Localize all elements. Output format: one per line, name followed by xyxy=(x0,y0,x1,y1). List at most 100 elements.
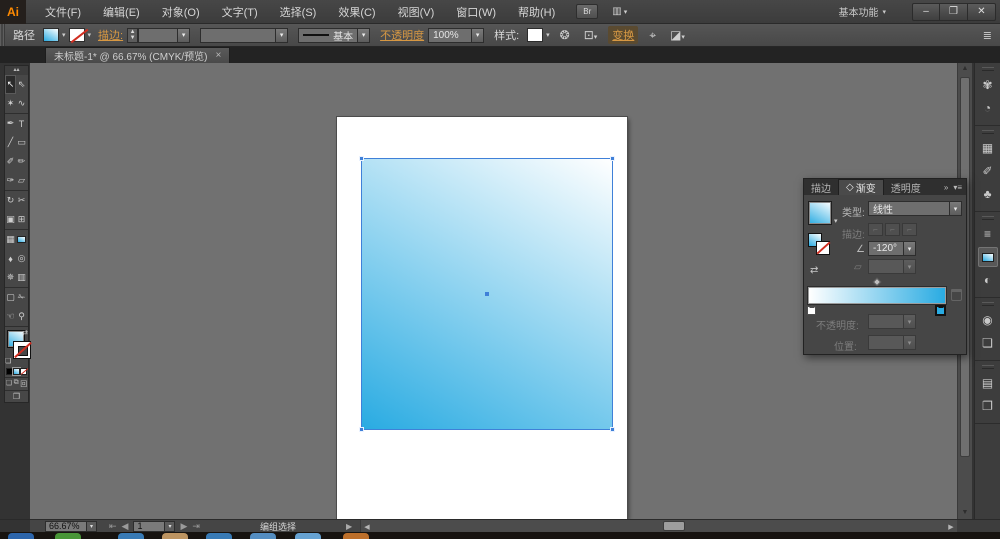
stroke-across-button[interactable]: ⌐ xyxy=(902,223,917,236)
artboards-panel-icon[interactable]: ❐ xyxy=(978,396,998,416)
pencil-tool[interactable]: ✏ xyxy=(16,152,27,171)
zoom-level-dropdown[interactable]: 66.67%▾ xyxy=(45,521,97,532)
symbol-sprayer-tool[interactable]: ✵ xyxy=(5,268,16,287)
lasso-tool[interactable]: ∿ xyxy=(16,94,27,113)
brushes-panel-icon[interactable]: ✐ xyxy=(978,161,998,181)
color-guide-panel-icon[interactable]: ◔ xyxy=(978,98,998,118)
selected-gradient-rectangle[interactable] xyxy=(362,159,612,429)
stroke-swatch[interactable] xyxy=(69,28,85,42)
arrange-documents-button[interactable]: ▥▾ xyxy=(612,6,627,17)
swap-fill-stroke-icon[interactable]: ⇄ xyxy=(22,329,28,337)
tab-transparency[interactable]: 透明度 xyxy=(884,179,928,195)
blend-tool[interactable]: ◎ xyxy=(16,249,27,268)
stroke-weight-dropdown[interactable]: ▾ xyxy=(138,28,190,43)
reverse-gradient-icon[interactable]: ⇄ xyxy=(810,265,818,276)
first-artboard-icon[interactable]: ⇤ xyxy=(109,521,117,532)
close-button[interactable]: ✕ xyxy=(968,3,996,21)
gradient-panel-icon[interactable] xyxy=(978,247,998,267)
gradient-tool[interactable] xyxy=(16,230,27,249)
stroke-along-button[interactable]: ⌐ xyxy=(885,223,900,236)
control-panel-menu-icon[interactable]: ≣ xyxy=(983,29,992,42)
panel-menu-icon[interactable]: ▾≡ xyxy=(953,183,962,192)
object-center-point[interactable] xyxy=(485,292,489,296)
last-artboard-icon[interactable]: ⇥ xyxy=(192,521,200,532)
gradient-slider-bar[interactable] xyxy=(808,287,946,304)
variable-width-profile-dropdown[interactable]: ▾ xyxy=(200,28,288,43)
taskbar-app-icon[interactable] xyxy=(206,533,232,539)
scroll-left-icon[interactable]: ◀ xyxy=(361,523,373,531)
swatches-panel-icon[interactable]: ▦ xyxy=(978,138,998,158)
menu-effect[interactable]: 效果(C) xyxy=(327,0,386,23)
delete-stop-icon[interactable] xyxy=(951,289,962,301)
select-similar-icon[interactable]: ◪▾ xyxy=(670,28,685,42)
blob-brush-tool[interactable]: ✑ xyxy=(5,171,16,190)
pen-tool[interactable]: ✒ xyxy=(5,114,16,133)
layers-panel-icon[interactable]: ▤ xyxy=(978,373,998,393)
taskbar-app-icon[interactable] xyxy=(55,533,81,539)
perspective-grid-tool[interactable]: ⊞ xyxy=(16,210,27,229)
bridge-button[interactable]: Br xyxy=(576,4,598,19)
menu-object[interactable]: 对象(O) xyxy=(151,0,211,23)
menu-type[interactable]: 文字(T) xyxy=(211,0,269,23)
selection-tool[interactable]: ↖ xyxy=(5,75,16,94)
gradient-thumbnail[interactable] xyxy=(808,201,832,225)
eyedropper-tool[interactable]: ♦ xyxy=(5,249,16,268)
align-icon[interactable]: ⌖ xyxy=(649,28,656,43)
selection-handle[interactable] xyxy=(359,427,364,432)
transform-link[interactable]: 变换 xyxy=(608,26,638,44)
scroll-up-icon[interactable]: ▲ xyxy=(958,63,972,75)
mesh-tool[interactable]: ▦ xyxy=(5,230,16,249)
menu-view[interactable]: 视图(V) xyxy=(387,0,446,23)
chevron-down-icon[interactable]: ▾ xyxy=(62,31,66,39)
artboard-number-dropdown[interactable]: 1▾ xyxy=(133,521,175,532)
taskbar-app-icon[interactable] xyxy=(343,533,369,539)
scroll-down-icon[interactable]: ▼ xyxy=(958,507,972,519)
draw-normal-icon[interactable]: ❏ xyxy=(6,379,12,389)
taskbar-app-icon[interactable] xyxy=(295,533,321,539)
selection-handle[interactable] xyxy=(610,156,615,161)
column-graph-tool[interactable]: ▥ xyxy=(16,268,27,287)
gradient-midpoint-slider[interactable] xyxy=(873,278,881,286)
menu-edit[interactable]: 编辑(E) xyxy=(92,0,151,23)
menu-file[interactable]: 文件(F) xyxy=(34,0,92,23)
status-expand-icon[interactable]: ▶ xyxy=(346,522,352,531)
style-swatch[interactable] xyxy=(527,28,543,42)
next-artboard-icon[interactable]: ▶ xyxy=(180,521,187,532)
menu-window[interactable]: 窗口(W) xyxy=(445,0,507,23)
opacity-dropdown[interactable]: 100%▾ xyxy=(428,28,484,43)
restore-button[interactable]: ❐ xyxy=(940,3,968,21)
previous-artboard-icon[interactable]: ◀ xyxy=(122,521,129,532)
zoom-tool[interactable]: ⚲ xyxy=(16,307,27,326)
symbols-panel-icon[interactable]: ♣ xyxy=(978,184,998,204)
scroll-right-icon[interactable]: ▶ xyxy=(945,523,957,531)
eraser-tool[interactable]: ▱ xyxy=(16,171,27,190)
document-tab[interactable]: 未标题-1* @ 66.67% (CMYK/预览) × xyxy=(45,47,230,63)
stroke-weight-stepper[interactable]: ▲▼ xyxy=(127,28,138,43)
color-panel-icon[interactable]: ✾ xyxy=(978,75,998,95)
chevron-down-icon[interactable]: ▾ xyxy=(546,31,550,39)
stroke-proxy[interactable] xyxy=(13,341,31,359)
free-transform-tool[interactable]: ▣ xyxy=(5,210,16,229)
draw-inside-icon[interactable]: 回 xyxy=(20,379,27,389)
panel-grip[interactable] xyxy=(0,24,5,46)
taskbar-app-icon[interactable] xyxy=(250,533,276,539)
gradient-stop-blue[interactable] xyxy=(936,306,945,315)
type-tool[interactable]: T xyxy=(16,114,27,133)
direct-selection-tool[interactable]: ⇖ xyxy=(16,75,27,94)
stroke-within-button[interactable]: ⌐ xyxy=(868,223,883,236)
opacity-link[interactable]: 不透明度 xyxy=(380,27,424,43)
rectangle-tool[interactable]: ▭ xyxy=(16,133,27,152)
menu-select[interactable]: 选择(S) xyxy=(269,0,328,23)
chevron-down-icon[interactable]: ▾ xyxy=(88,31,92,39)
gradient-preset-dropdown-icon[interactable]: ▾ xyxy=(834,217,838,225)
taskbar-app-icon[interactable] xyxy=(8,533,34,539)
transparency-panel-icon[interactable]: ◐ xyxy=(978,270,998,290)
toolbar-collapse-button[interactable]: ▴▴ xyxy=(5,66,28,75)
horizontal-scroll-thumb[interactable] xyxy=(663,521,685,531)
selection-handle[interactable] xyxy=(610,427,615,432)
workspace-switcher[interactable]: 基本功能 ▾ xyxy=(838,4,886,19)
stroke-panel-icon[interactable]: ≡ xyxy=(978,224,998,244)
line-segment-tool[interactable]: ╱ xyxy=(5,133,16,152)
minimize-button[interactable]: – xyxy=(912,3,940,21)
gradient-type-dropdown[interactable]: 线性▾ xyxy=(868,201,962,216)
